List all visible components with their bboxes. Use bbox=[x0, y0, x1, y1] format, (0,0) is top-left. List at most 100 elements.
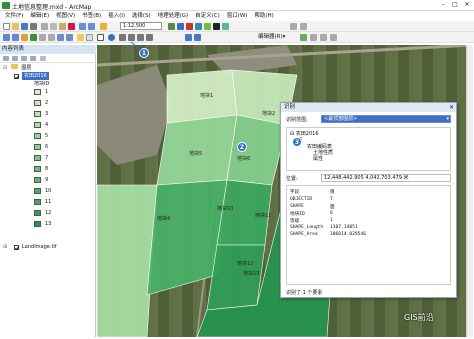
chevron-down-icon[interactable]: ▾ bbox=[446, 116, 449, 122]
attribute-field-value: 1307.34051 bbox=[330, 225, 358, 230]
identify-results-tree: ⊟ 农田2016 6 农田编码表 土地性质 属性 bbox=[286, 127, 451, 171]
identify-from-dropdown[interactable]: <最顶部图层> ▾ bbox=[321, 115, 451, 123]
minimize-button[interactable]: – bbox=[438, 1, 448, 9]
new-document-icon[interactable] bbox=[3, 23, 10, 30]
list-by-source-icon[interactable] bbox=[12, 56, 18, 61]
attribute-field-name: SHAPE_Area bbox=[290, 232, 318, 237]
legend-swatch[interactable] bbox=[34, 89, 41, 95]
python-window-icon[interactable] bbox=[213, 23, 220, 30]
legend-swatch[interactable] bbox=[34, 199, 41, 205]
parcel-label: 地块4 bbox=[157, 215, 170, 222]
legend-swatch[interactable] bbox=[34, 122, 41, 128]
list-by-visibility-icon[interactable] bbox=[21, 56, 27, 61]
collapse-icon[interactable]: ⊟ bbox=[3, 65, 7, 71]
legend-swatch[interactable] bbox=[34, 188, 41, 194]
select-elements-icon[interactable] bbox=[97, 34, 104, 41]
menu-bookmarks[interactable]: 书签(B) bbox=[82, 11, 101, 21]
forward-extent-icon[interactable] bbox=[66, 34, 73, 41]
related-table-item[interactable]: 属性 bbox=[307, 156, 333, 162]
maximize-button[interactable]: □ bbox=[450, 1, 460, 9]
legend-swatch[interactable] bbox=[34, 100, 41, 106]
menu-view[interactable]: 视图(V) bbox=[56, 11, 75, 21]
catalog-icon[interactable] bbox=[186, 23, 193, 30]
sketch-tool-icon[interactable] bbox=[310, 34, 317, 41]
copy-icon[interactable] bbox=[50, 23, 57, 30]
tools-toolbar: 编辑器(R)▾ bbox=[0, 32, 474, 43]
legend-swatch[interactable] bbox=[34, 166, 41, 172]
legend-swatch[interactable] bbox=[34, 111, 41, 117]
identify-close-icon[interactable]: ✕ bbox=[449, 103, 454, 112]
toc-raster-label[interactable]: LandImage.tif bbox=[22, 243, 57, 251]
attribute-field-value: 106014.029546 bbox=[330, 232, 366, 237]
layout-view-icon[interactable] bbox=[185, 34, 192, 41]
menu-customize[interactable]: 自定义(C) bbox=[195, 11, 220, 21]
model-builder-icon[interactable] bbox=[222, 23, 229, 30]
legend-label: 8 bbox=[45, 166, 49, 172]
arctoolbox-icon[interactable] bbox=[204, 23, 211, 30]
identify-icon[interactable] bbox=[108, 34, 115, 41]
legend-swatch[interactable] bbox=[34, 210, 41, 216]
callout-leader bbox=[130, 41, 144, 53]
full-extent-icon[interactable] bbox=[30, 34, 37, 41]
fixed-zoom-in-icon[interactable] bbox=[39, 34, 46, 41]
menu-selection[interactable]: 选择(S) bbox=[132, 11, 151, 21]
identify-from-label: 识别范围: bbox=[286, 117, 308, 123]
zoom-out-icon[interactable] bbox=[12, 34, 19, 41]
data-view-icon[interactable] bbox=[194, 34, 201, 41]
attribute-field-name: SHAPE_Length bbox=[290, 225, 324, 230]
legend-swatch[interactable] bbox=[34, 133, 41, 139]
menu-insert[interactable]: 插入(I) bbox=[108, 11, 125, 21]
legend-swatch[interactable] bbox=[34, 155, 41, 161]
layer-visibility-checkbox[interactable] bbox=[14, 74, 19, 79]
close-button[interactable]: ✕ bbox=[462, 1, 472, 9]
attribute-field-name: 等级 bbox=[290, 219, 300, 224]
raster-expand-icon[interactable]: ⊞ bbox=[3, 243, 7, 251]
undo-icon[interactable] bbox=[79, 23, 86, 30]
menu-file[interactable]: 文件(F) bbox=[5, 11, 23, 21]
parcel-polygon[interactable] bbox=[97, 184, 158, 337]
toc-group-row[interactable]: ⊟ 图层 bbox=[3, 64, 31, 72]
legend-swatch[interactable] bbox=[34, 177, 41, 183]
toc-layer-label[interactable]: 农田2016 bbox=[22, 72, 49, 80]
menu-help[interactable]: 帮助(H) bbox=[254, 11, 273, 21]
paste-icon[interactable] bbox=[59, 23, 66, 30]
standard-toolbar: 1:12,500 bbox=[0, 21, 474, 32]
back-extent-icon[interactable] bbox=[57, 34, 64, 41]
menu-geoprocessing[interactable]: 地理处理(G) bbox=[158, 11, 189, 21]
save-icon[interactable] bbox=[21, 23, 28, 30]
zoom-in-icon[interactable] bbox=[3, 34, 10, 41]
edit-tool-icon[interactable] bbox=[300, 34, 307, 41]
menu-edit[interactable]: 编辑(E) bbox=[30, 11, 49, 21]
search-window-icon[interactable] bbox=[195, 23, 202, 30]
attributes-icon[interactable] bbox=[330, 34, 337, 41]
clear-selection-icon[interactable] bbox=[86, 34, 93, 41]
print-icon[interactable] bbox=[30, 23, 37, 30]
toolbar-overflow-icon[interactable] bbox=[290, 23, 297, 30]
tree-root-row[interactable]: ⊟ 农田2016 bbox=[290, 130, 319, 137]
add-data-icon[interactable] bbox=[100, 23, 107, 30]
legend-swatch[interactable] bbox=[34, 144, 41, 150]
list-by-selection-icon[interactable] bbox=[30, 56, 36, 61]
toolbar-overflow-icon-2[interactable] bbox=[300, 23, 307, 30]
menu-windows[interactable]: 窗口(W) bbox=[227, 11, 248, 21]
redo-icon[interactable] bbox=[88, 23, 95, 30]
select-features-icon[interactable] bbox=[77, 34, 84, 41]
map-scale-field[interactable]: 1:12,500 bbox=[120, 22, 162, 30]
open-folder-icon[interactable] bbox=[12, 23, 19, 30]
map-vertical-scrollbar[interactable] bbox=[466, 45, 473, 337]
parcel-polygon[interactable] bbox=[156, 114, 238, 186]
parcel-polygon[interactable] bbox=[206, 244, 266, 311]
legend-swatch[interactable] bbox=[34, 221, 41, 227]
list-by-drawing-order-icon[interactable] bbox=[3, 56, 9, 61]
editor-toolbar-icon[interactable] bbox=[168, 23, 175, 30]
toc-options-icon[interactable] bbox=[40, 56, 46, 61]
fixed-zoom-out-icon[interactable] bbox=[48, 34, 55, 41]
toc-title: 内容列表 bbox=[0, 45, 96, 54]
cut-icon[interactable] bbox=[41, 23, 48, 30]
raster-visibility-checkbox[interactable] bbox=[14, 245, 19, 250]
snapping-icon[interactable] bbox=[320, 34, 327, 41]
pan-icon[interactable] bbox=[21, 34, 28, 41]
editor-menu[interactable]: 编辑器(R)▾ bbox=[258, 33, 285, 42]
table-of-contents-icon[interactable] bbox=[177, 23, 184, 30]
delete-icon[interactable] bbox=[68, 23, 75, 30]
